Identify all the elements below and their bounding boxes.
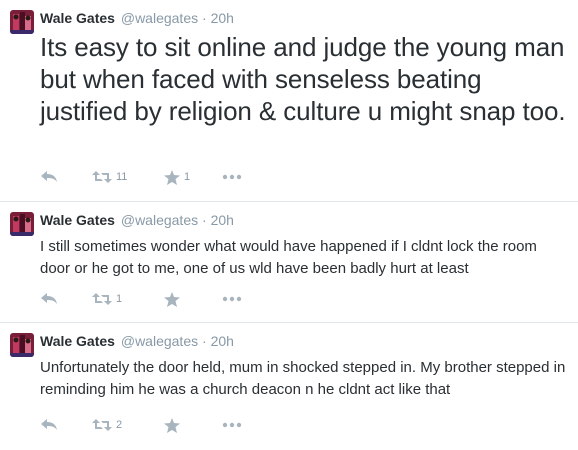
favorite-icon <box>164 169 180 185</box>
retweet-count: 1 <box>116 293 123 305</box>
avatar[interactable] <box>10 212 34 236</box>
more-button[interactable] <box>222 167 242 187</box>
retweet-icon <box>92 292 112 306</box>
favorite-icon <box>164 291 180 307</box>
tweet-text: I still sometimes wonder what would have… <box>40 238 537 277</box>
tweet-actions: 1 <box>40 289 280 309</box>
tweet-header: Wale Gates @walegates · 20h <box>40 332 234 350</box>
author-handle[interactable]: @walegates <box>121 10 198 26</box>
favorite-button[interactable] <box>164 415 180 435</box>
reply-icon <box>40 292 58 306</box>
author-handle[interactable]: @walegates <box>121 333 198 349</box>
more-icon <box>222 296 242 302</box>
tweet-header: Wale Gates @walegates · 20h <box>40 9 234 27</box>
tweet-actions: 2 <box>40 415 280 435</box>
author-handle[interactable]: @walegates <box>121 212 198 228</box>
avatar[interactable] <box>10 333 34 357</box>
timestamp[interactable]: 20h <box>211 10 234 26</box>
tweet-actions: 11 1 <box>40 167 280 187</box>
tweet-header: Wale Gates @walegates · 20h <box>40 211 234 229</box>
favorite-button[interactable] <box>164 289 180 309</box>
retweet-count: 11 <box>116 171 128 183</box>
author-name[interactable]: Wale Gates <box>40 10 115 26</box>
retweet-button[interactable]: 11 <box>92 167 127 187</box>
timestamp[interactable]: 20h <box>211 212 234 228</box>
retweet-button[interactable]: 2 <box>92 415 122 435</box>
reply-button[interactable] <box>40 289 58 309</box>
avatar[interactable] <box>10 10 34 34</box>
retweet-icon <box>92 418 112 432</box>
separator-dot: · <box>202 333 207 349</box>
favorite-icon <box>164 417 180 433</box>
more-button[interactable] <box>222 415 242 435</box>
author-name[interactable]: Wale Gates <box>40 333 115 349</box>
tweet: Wale Gates @walegates · 20h Its easy to … <box>0 0 578 202</box>
reply-button[interactable] <box>40 167 58 187</box>
reply-icon <box>40 418 58 432</box>
timestamp[interactable]: 20h <box>211 333 234 349</box>
more-icon <box>222 422 242 428</box>
reply-button[interactable] <box>40 415 58 435</box>
retweet-icon <box>92 170 112 184</box>
more-button[interactable] <box>222 289 242 309</box>
reply-icon <box>40 170 58 184</box>
tweet: Wale Gates @walegates · 20h Unfortunatel… <box>0 323 578 450</box>
favorite-count: 1 <box>184 171 191 183</box>
tweet-text: Unfortunately the door held, mum in shoc… <box>40 359 566 398</box>
tweet-text: Its easy to sit online and judge the you… <box>40 32 566 126</box>
favorite-button[interactable]: 1 <box>164 167 190 187</box>
separator-dot: · <box>202 212 207 228</box>
tweet: Wale Gates @walegates · 20h I still some… <box>0 202 578 323</box>
more-icon <box>222 174 242 180</box>
separator-dot: · <box>202 10 207 26</box>
retweet-button[interactable]: 1 <box>92 289 122 309</box>
retweet-count: 2 <box>116 419 123 431</box>
author-name[interactable]: Wale Gates <box>40 212 115 228</box>
